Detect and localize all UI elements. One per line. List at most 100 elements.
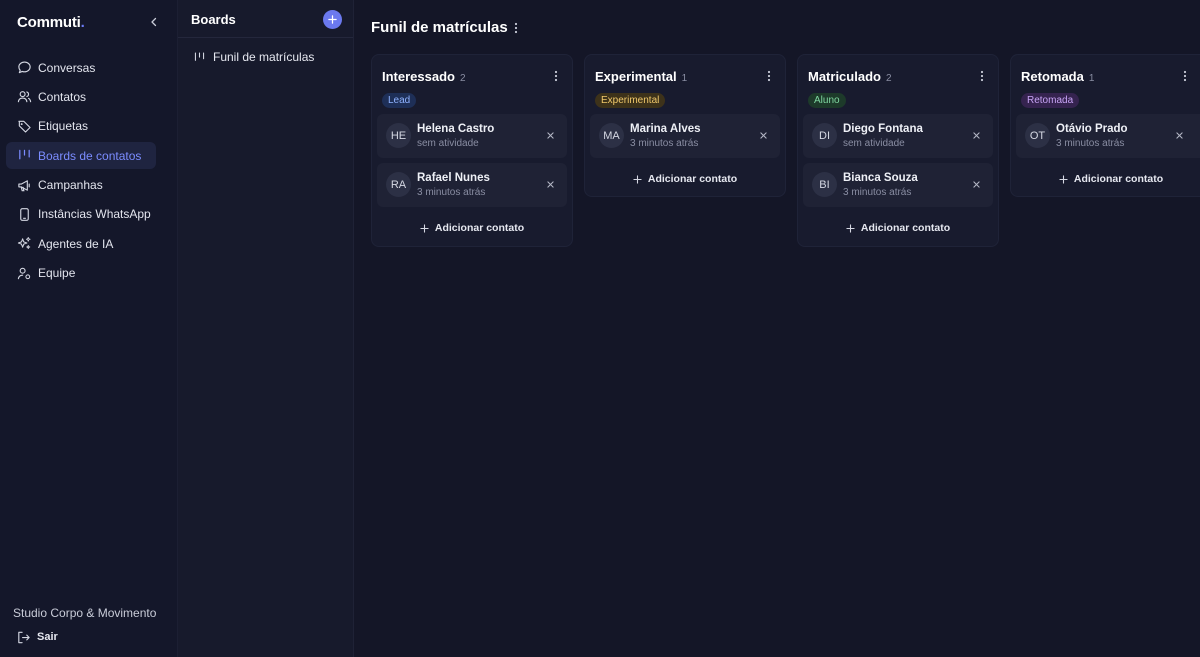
column-menu-button[interactable] [550,69,562,83]
sidebar: Commuti. Conversas Contatos Etiquetas Bo… [0,0,178,657]
card-list: HE Helena Castro sem atividade RA Rafael… [377,114,567,212]
contact-card[interactable]: MA Marina Alves 3 minutos atrás [590,114,780,158]
column-title: Retomada 1 [1021,69,1094,84]
more-vertical-icon [767,70,771,82]
remove-contact-button[interactable] [971,179,981,189]
more-vertical-icon [554,70,558,82]
column-experimental: Experimental 1 Experimental MA Marina Alv… [584,54,786,197]
add-contact-label: Adicionar contato [860,222,951,234]
app-logo[interactable]: Commuti. [17,14,85,31]
contact-name: Marina Alves [630,123,701,135]
column-header: Retomada 1 [1011,55,1200,95]
sidebar-item-agentes-de-ia[interactable]: Agentes de IA [6,230,156,257]
add-contact-button[interactable]: Adicionar contato [372,219,572,237]
kanban-icon [193,50,207,64]
page-title: Funil de matrículas [371,19,508,36]
contact-activity: 3 minutos atrás [843,187,912,198]
column-title: Interessado 2 [382,69,466,84]
add-contact-button[interactable]: Adicionar contato [1011,170,1200,188]
status-badge: Retomada [1021,93,1080,108]
user-gear-icon [16,265,32,281]
contact-card[interactable]: DI Diego Fontana sem atividade [803,114,993,158]
tag-icon [16,118,32,134]
contact-name: Otávio Prado [1056,123,1128,135]
add-contact-button[interactable]: Adicionar contato [798,219,998,237]
column-interessado: Interessado 2 Lead HE Helena Castro sem a… [371,54,573,247]
logout-label: Sair [37,631,58,643]
plus-icon [1059,174,1068,184]
close-icon [759,131,767,139]
column-header: Interessado 2 [372,55,572,95]
contact-activity: 3 minutos atrás [1056,138,1125,149]
collapse-sidebar-button[interactable] [146,14,162,30]
board-menu-button[interactable] [508,20,524,36]
more-vertical-icon [1183,70,1187,82]
board-item-funil-de-matriculas[interactable]: Funil de matrículas [193,50,314,64]
column-count: 2 [885,73,892,84]
add-contact-label: Adicionar contato [1073,173,1164,185]
more-vertical-icon [980,70,984,82]
close-icon [546,131,554,139]
contact-name: Bianca Souza [843,172,918,184]
add-contact-label: Adicionar contato [434,222,525,234]
remove-contact-button[interactable] [545,130,555,140]
remove-contact-button[interactable] [971,130,981,140]
sidebar-item-label: Etiquetas [38,119,89,134]
column-count: 1 [681,73,688,84]
plus-icon [328,15,337,24]
add-board-button[interactable] [323,10,342,29]
chat-bubble-icon [16,60,32,76]
logout-button[interactable]: Sair [16,629,58,645]
column-menu-button[interactable] [763,69,775,83]
contact-activity: 3 minutos atrás [630,138,699,149]
column-title-text: Matriculado [808,69,881,84]
column-title-text: Interessado [382,69,455,84]
avatar: BI [812,172,837,197]
column-retomada: Retomada 1 Retomada OT Otávio Prado 3 min… [1010,54,1200,197]
column-title: Experimental 1 [595,69,687,84]
avatar: RA [386,172,411,197]
remove-contact-button[interactable] [1174,130,1184,140]
sidebar-item-conversas[interactable]: Conversas [6,54,156,81]
add-contact-button[interactable]: Adicionar contato [585,170,785,188]
close-icon [972,131,980,139]
column-title-text: Retomada [1021,69,1084,84]
remove-contact-button[interactable] [758,130,768,140]
contact-activity: sem atividade [843,138,905,149]
avatar: HE [386,123,411,148]
contact-card[interactable]: RA Rafael Nunes 3 minutos atrás [377,163,567,207]
column-matriculado: Matriculado 2 Aluno DI Diego Fontana sem … [797,54,999,247]
organization-name: Studio Corpo & Movimento [13,606,157,620]
logout-icon [16,629,32,645]
megaphone-icon [16,177,32,193]
add-contact-label: Adicionar contato [647,173,738,185]
sidebar-item-instancias-whatsapp[interactable]: Instâncias WhatsApp [6,201,156,228]
contact-name: Helena Castro [417,123,495,135]
column-menu-button[interactable] [1179,69,1191,83]
contact-card[interactable]: OT Otávio Prado 3 minutos atrás [1016,114,1200,158]
avatar: DI [812,123,837,148]
contact-activity: 3 minutos atrás [417,187,486,198]
column-menu-button[interactable] [976,69,988,83]
contact-name: Diego Fontana [843,123,923,135]
contact-card[interactable]: HE Helena Castro sem atividade [377,114,567,158]
board-main: Funil de matrículas Interessado 2 Lead HE… [355,0,1200,657]
sidebar-item-etiquetas[interactable]: Etiquetas [6,113,156,140]
boards-panel: Boards Funil de matrículas [178,0,354,657]
close-icon [1175,131,1183,139]
close-icon [546,180,554,188]
status-badge: Experimental [595,93,666,108]
remove-contact-button[interactable] [545,179,555,189]
sidebar-item-contatos[interactable]: Contatos [6,83,156,110]
sidebar-item-campanhas[interactable]: Campanhas [6,172,156,199]
avatar: MA [599,123,624,148]
column-header: Experimental 1 [585,55,785,95]
sidebar-item-equipe[interactable]: Equipe [6,260,156,287]
smartphone-icon [16,206,32,222]
avatar: OT [1025,123,1050,148]
contact-card[interactable]: BI Bianca Souza 3 minutos atrás [803,163,993,207]
sidebar-item-label: Conversas [38,60,96,75]
sidebar-item-label: Instâncias WhatsApp [38,207,151,222]
sidebar-item-boards-de-contatos[interactable]: Boards de contatos [6,142,156,170]
column-count: 2 [459,73,466,84]
